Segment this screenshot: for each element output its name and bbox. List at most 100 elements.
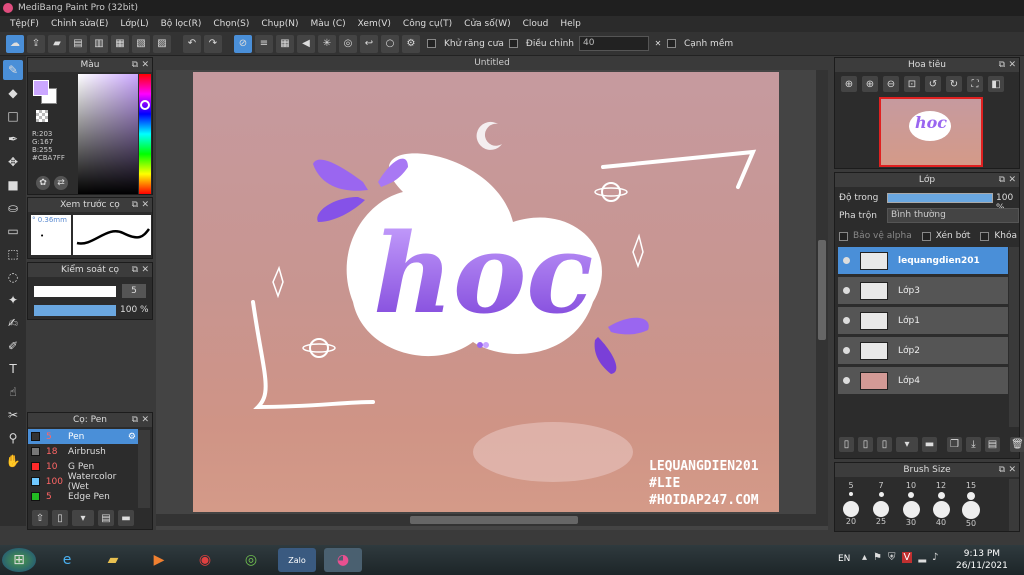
select-eraser-tool-icon[interactable]: ✐ [3,336,23,356]
start-button-icon[interactable]: ⊞ [2,548,36,572]
rotate-right-icon[interactable]: ↻ [946,76,962,92]
eraser-tool-icon[interactable]: ◆ [3,83,23,103]
menu-select[interactable]: Chọn(S) [207,19,255,29]
add-brush-icon[interactable]: ⇧ [32,510,48,526]
internet-explorer-icon[interactable]: e [48,548,86,572]
expand-icon[interactable]: ⧉ [999,58,1005,72]
layer-row[interactable]: Lớp1 [838,307,1008,335]
menu-help[interactable]: Help [554,19,587,29]
primary-color-swatch[interactable] [33,80,49,96]
rect-tool-icon[interactable]: □ [3,106,23,126]
brush-size-option[interactable]: 20 [837,499,865,527]
expand-icon[interactable]: ⧉ [999,173,1005,187]
radial-snap-icon[interactable]: ✳ [318,34,336,53]
merge-layer-icon[interactable]: ⤓ [966,437,981,452]
canvas-vertical-scrollbar[interactable] [816,70,828,514]
select-tool-icon[interactable]: ⬚ [3,244,23,264]
antivirus-icon[interactable]: V [901,552,913,563]
ring-snap-icon[interactable]: ○ [381,34,399,53]
dot-tool-icon[interactable]: ✒ [3,129,23,149]
layer-row[interactable]: Lớp2 [838,337,1008,365]
hand-tool-icon[interactable]: ✋ [3,451,23,471]
layer-row[interactable]: Lớp3 [838,277,1008,305]
grid-icon[interactable]: ▦ [111,34,129,53]
zalo-icon[interactable]: Zalo [278,548,316,572]
layer-visibility-icon[interactable] [843,287,850,294]
parallel-snap-icon[interactable]: ≡ [255,34,273,53]
brush-tool-icon[interactable]: ✎ [3,60,23,80]
brush-size-slider[interactable] [34,286,116,297]
layer-visibility-icon[interactable] [843,347,850,354]
canvas-horizontal-scrollbar[interactable] [156,514,828,526]
artwork-canvas[interactable]: hoc LEQUANGDIEN201 #LIE #HOIDAP247.COM [193,72,779,512]
operation-tool-icon[interactable]: ☝ [3,382,23,402]
cloud-icon[interactable]: ☁ [6,34,24,53]
menu-cloud[interactable]: Cloud [517,19,555,29]
flip-icon[interactable]: ◧ [988,76,1004,92]
select-pen-tool-icon[interactable]: ✍ [3,313,23,333]
vertical-scroll-thumb[interactable] [818,240,826,340]
brush-size-scrollbar[interactable] [1009,479,1019,531]
file-explorer-icon[interactable]: ▰ [94,548,132,572]
snap-off-icon[interactable]: ⊘ [234,34,252,53]
brush-size-option[interactable]: 30 [897,499,925,527]
duplicate-layer-icon[interactable]: ❐ [947,437,962,452]
layer-list-scrollbar[interactable] [1009,247,1019,427]
share-icon[interactable]: ⇪ [27,34,45,53]
brush-opacity-slider[interactable] [34,305,116,316]
palette-icon[interactable]: ✿ [36,176,50,190]
blend-mode-select[interactable]: Bình thường [887,208,1019,223]
layer-menu-icon[interactable]: ▾ [896,437,918,452]
layer-settings-icon[interactable]: ▤ [985,437,1000,452]
hue-slider[interactable] [139,74,151,194]
medibang-icon[interactable]: ◕ [324,548,362,572]
page-icon[interactable]: ▤ [69,34,87,53]
lasso-tool-icon[interactable]: ◌ [3,267,23,287]
new-brush-icon[interactable]: ▯ [52,510,68,526]
rotate-left-icon[interactable]: ↺ [925,76,941,92]
brush-list-scrollbar[interactable] [138,430,150,508]
close-icon[interactable]: ✕ [141,413,149,427]
snap-settings-icon[interactable]: ⚙ [402,34,420,53]
fit-window-icon[interactable]: ⛶ [967,76,983,92]
circle-snap-icon[interactable]: ◎ [339,34,357,53]
zoom-in-icon[interactable]: ⊕ [841,76,857,92]
expand-icon[interactable]: ⧉ [132,58,138,72]
swap-colors-icon[interactable]: ⇄ [54,176,68,190]
close-icon[interactable]: ✕ [652,38,664,50]
menu-color[interactable]: Màu (C) [305,19,352,29]
smooth-checkbox[interactable] [666,39,676,48]
shield-icon[interactable]: ⛨ [888,552,896,563]
volume-icon[interactable]: ♪ [932,552,938,563]
expand-icon[interactable]: ⧉ [132,263,138,277]
new-8bit-layer-icon[interactable]: ▯ [877,437,892,452]
zoom-out-icon[interactable]: ⊖ [883,76,899,92]
text-tool-icon[interactable]: T [3,359,23,379]
layer-visibility-icon[interactable] [843,257,850,264]
menu-view[interactable]: Xem(V) [352,19,397,29]
undo-icon[interactable]: ↶ [183,34,201,53]
close-icon[interactable]: ✕ [1008,463,1016,477]
export-icon[interactable]: ▨ [153,34,171,53]
brush-folder-icon[interactable]: ▬ [118,510,134,526]
layer-folder-icon[interactable]: ▬ [922,437,937,452]
alpha-protect-checkbox[interactable] [839,231,848,241]
coccoc-icon[interactable]: ◎ [232,548,270,572]
menu-edit[interactable]: Chỉnh sửa(E) [45,19,114,29]
clock-time[interactable]: 9:13 PM [956,548,1008,560]
expand-icon[interactable]: ⧉ [132,198,138,212]
cross-snap-icon[interactable]: ▦ [276,34,294,53]
adjust-value-field[interactable]: 40 [578,36,649,51]
expand-icon[interactable]: ⧉ [132,413,138,427]
media-player-icon[interactable]: ▶ [140,548,178,572]
layer-visibility-icon[interactable] [843,317,850,324]
network-icon[interactable]: ▂ [918,552,926,563]
adjust-checkbox[interactable] [508,39,518,48]
bucket-tool-icon[interactable]: ⛀ [3,198,23,218]
antialias-checkbox[interactable] [427,39,436,48]
navigator-thumbnail[interactable]: hoc [879,97,983,167]
fill-rect-tool-icon[interactable]: ■ [3,175,23,195]
horizontal-scroll-thumb[interactable] [410,516,578,524]
menu-snap[interactable]: Chụp(N) [255,19,304,29]
close-icon[interactable]: ✕ [141,263,149,277]
